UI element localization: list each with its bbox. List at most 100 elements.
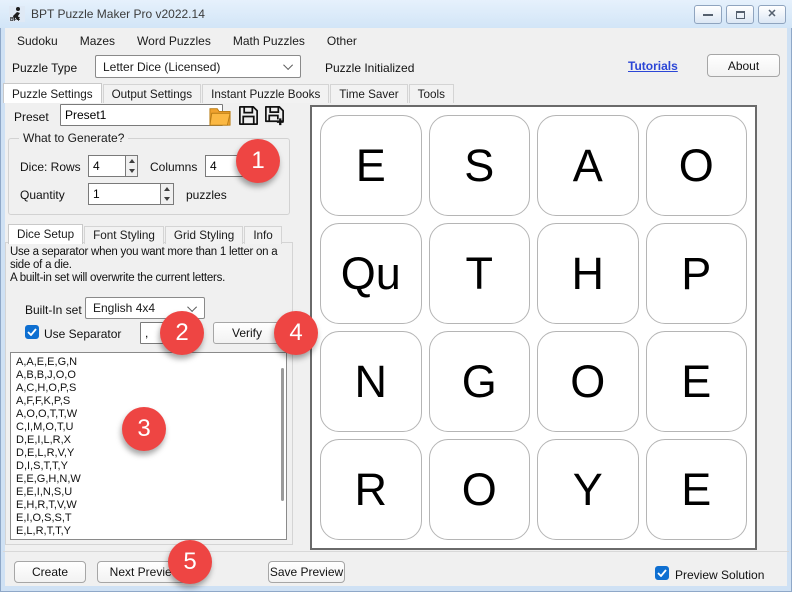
minimize-button[interactable] — [694, 5, 722, 24]
group-legend: What to Generate? — [19, 131, 128, 145]
app-window: BPT BPT Puzzle Maker Pro v2022.14 ✕ Sudo… — [0, 0, 792, 592]
tutorials-link[interactable]: Tutorials — [628, 59, 678, 73]
description-line: A built-in set will overwrite the curren… — [10, 272, 290, 285]
use-separator-label: Use Separator — [44, 327, 121, 341]
menu-item[interactable]: Math Puzzles — [222, 31, 316, 51]
status-text: Puzzle Initialized — [325, 61, 414, 75]
annotation-step-5: 5 — [168, 540, 212, 584]
dice-setup-tab[interactable]: Dice Setup — [8, 224, 83, 244]
quantity-updown-buttons[interactable] — [161, 183, 174, 205]
die-cell: S — [429, 115, 531, 216]
check-icon — [27, 328, 37, 336]
puzzle-type-value: Letter Dice (Licensed) — [103, 60, 220, 74]
save-plus-icon — [263, 104, 286, 127]
check-icon — [657, 569, 667, 577]
close-button[interactable]: ✕ — [758, 5, 786, 24]
die-cell: O — [646, 115, 748, 216]
close-icon: ✕ — [767, 9, 776, 20]
open-folder-icon — [208, 105, 232, 127]
dice-letters-line: E,H,R,T,V,W — [16, 499, 286, 512]
preset-input[interactable] — [60, 104, 223, 126]
menu-item[interactable]: Sudoku — [6, 31, 69, 51]
preview-solution-checkbox[interactable] — [655, 566, 669, 580]
dice-letters-line: E,E,G,H,N,W — [16, 473, 286, 486]
die-cell: T — [429, 223, 531, 324]
die-cell: E — [646, 331, 748, 432]
chevron-down-icon — [187, 302, 197, 312]
rows-label: Dice: Rows — [20, 160, 81, 174]
die-cell: H — [537, 223, 639, 324]
title-bar: BPT BPT Puzzle Maker Pro v2022.14 ✕ — [0, 0, 792, 28]
main-tab[interactable]: Tools — [409, 84, 454, 103]
built-in-set-label: Built-In set — [25, 303, 82, 317]
dice-letters-line: D,I,S,T,T,Y — [16, 460, 286, 473]
die-cell: N — [320, 331, 422, 432]
dice-setup-tab[interactable]: Grid Styling — [165, 226, 243, 244]
dice-letters-line: E,E,I,N,S,U — [16, 486, 286, 499]
app-icon: BPT — [9, 6, 25, 22]
puzzle-type-select[interactable]: Letter Dice (Licensed) — [95, 55, 301, 78]
dice-setup-tab[interactable]: Info — [244, 226, 282, 244]
preset-label: Preset — [14, 110, 49, 124]
annotation-step-2: 2 — [160, 311, 204, 355]
die-cell: E — [646, 439, 748, 540]
menu-item[interactable]: Mazes — [69, 31, 126, 51]
annotation-step-4: 4 — [274, 311, 318, 355]
main-tab-bar: Puzzle SettingsOutput SettingsInstant Pu… — [3, 83, 455, 103]
columns-label: Columns — [150, 160, 197, 174]
puzzle-preview-grid: ESAOQuTHPNGOEROYE — [310, 105, 757, 550]
dice-letters-line: A,F,F,K,P,S — [16, 395, 286, 408]
maximize-button[interactable] — [726, 5, 754, 24]
verify-button[interactable]: Verify — [213, 322, 281, 344]
dice-letters-line: A,C,H,O,P,S — [16, 382, 286, 395]
die-cell: E — [320, 115, 422, 216]
dice-setup-tab[interactable]: Font Styling — [84, 226, 164, 244]
main-tab[interactable]: Puzzle Settings — [3, 83, 102, 103]
puzzle-type-label: Puzzle Type — [12, 61, 77, 75]
about-button[interactable]: About — [707, 54, 780, 77]
die-cell: O — [429, 439, 531, 540]
open-preset-button[interactable] — [207, 103, 233, 128]
dice-letters-line: E,I,O,S,S,T — [16, 512, 286, 525]
die-cell: Y — [537, 439, 639, 540]
footer-divider — [3, 551, 789, 552]
main-tab[interactable]: Instant Puzzle Books — [202, 84, 329, 103]
rows-stepper[interactable] — [88, 155, 138, 177]
main-tab[interactable]: Time Saver — [330, 84, 407, 103]
save-preset-as-button[interactable] — [262, 103, 287, 128]
quantity-suffix: puzzles — [186, 188, 227, 202]
down-arrow-icon — [129, 169, 135, 173]
quantity-label: Quantity — [20, 188, 65, 202]
quantity-input[interactable] — [88, 183, 161, 205]
annotation-step-1: 1 — [236, 139, 280, 183]
dice-letters-line: H,I,M,N,Q,U — [16, 538, 286, 540]
save-icon — [237, 104, 260, 127]
menu-bar: SudokuMazesWord PuzzlesMath PuzzlesOther — [6, 31, 368, 51]
save-preset-button[interactable] — [236, 103, 261, 128]
create-button[interactable]: Create — [14, 561, 86, 583]
textarea-scrollbar-thumb[interactable] — [281, 368, 284, 501]
preview-solution-label: Preview Solution — [675, 568, 764, 582]
up-arrow-icon — [164, 187, 170, 191]
description-line: Use a separator when you want more than … — [10, 246, 290, 272]
rows-input[interactable] — [88, 155, 126, 177]
quantity-stepper[interactable] — [88, 183, 174, 205]
dice-letters-line: A,A,E,E,G,N — [16, 356, 286, 369]
built-in-set-value: English 4x4 — [93, 301, 155, 315]
svg-text:BPT: BPT — [10, 17, 20, 22]
annotation-step-3: 3 — [122, 407, 166, 451]
save-preview-button[interactable]: Save Preview — [268, 561, 345, 583]
separator-description: Use a separator when you want more than … — [10, 246, 290, 285]
menu-item[interactable]: Other — [316, 31, 368, 51]
die-cell: A — [537, 115, 639, 216]
die-cell: G — [429, 331, 531, 432]
up-arrow-icon — [129, 159, 135, 163]
dice-letters-line: A,B,B,J,O,O — [16, 369, 286, 382]
menu-item[interactable]: Word Puzzles — [126, 31, 222, 51]
minimize-icon — [703, 14, 713, 16]
main-tab[interactable]: Output Settings — [103, 84, 202, 103]
use-separator-checkbox[interactable] — [25, 325, 39, 339]
rows-updown-buttons[interactable] — [126, 155, 138, 177]
die-cell: P — [646, 223, 748, 324]
dice-letters-line: E,L,R,T,T,Y — [16, 525, 286, 538]
